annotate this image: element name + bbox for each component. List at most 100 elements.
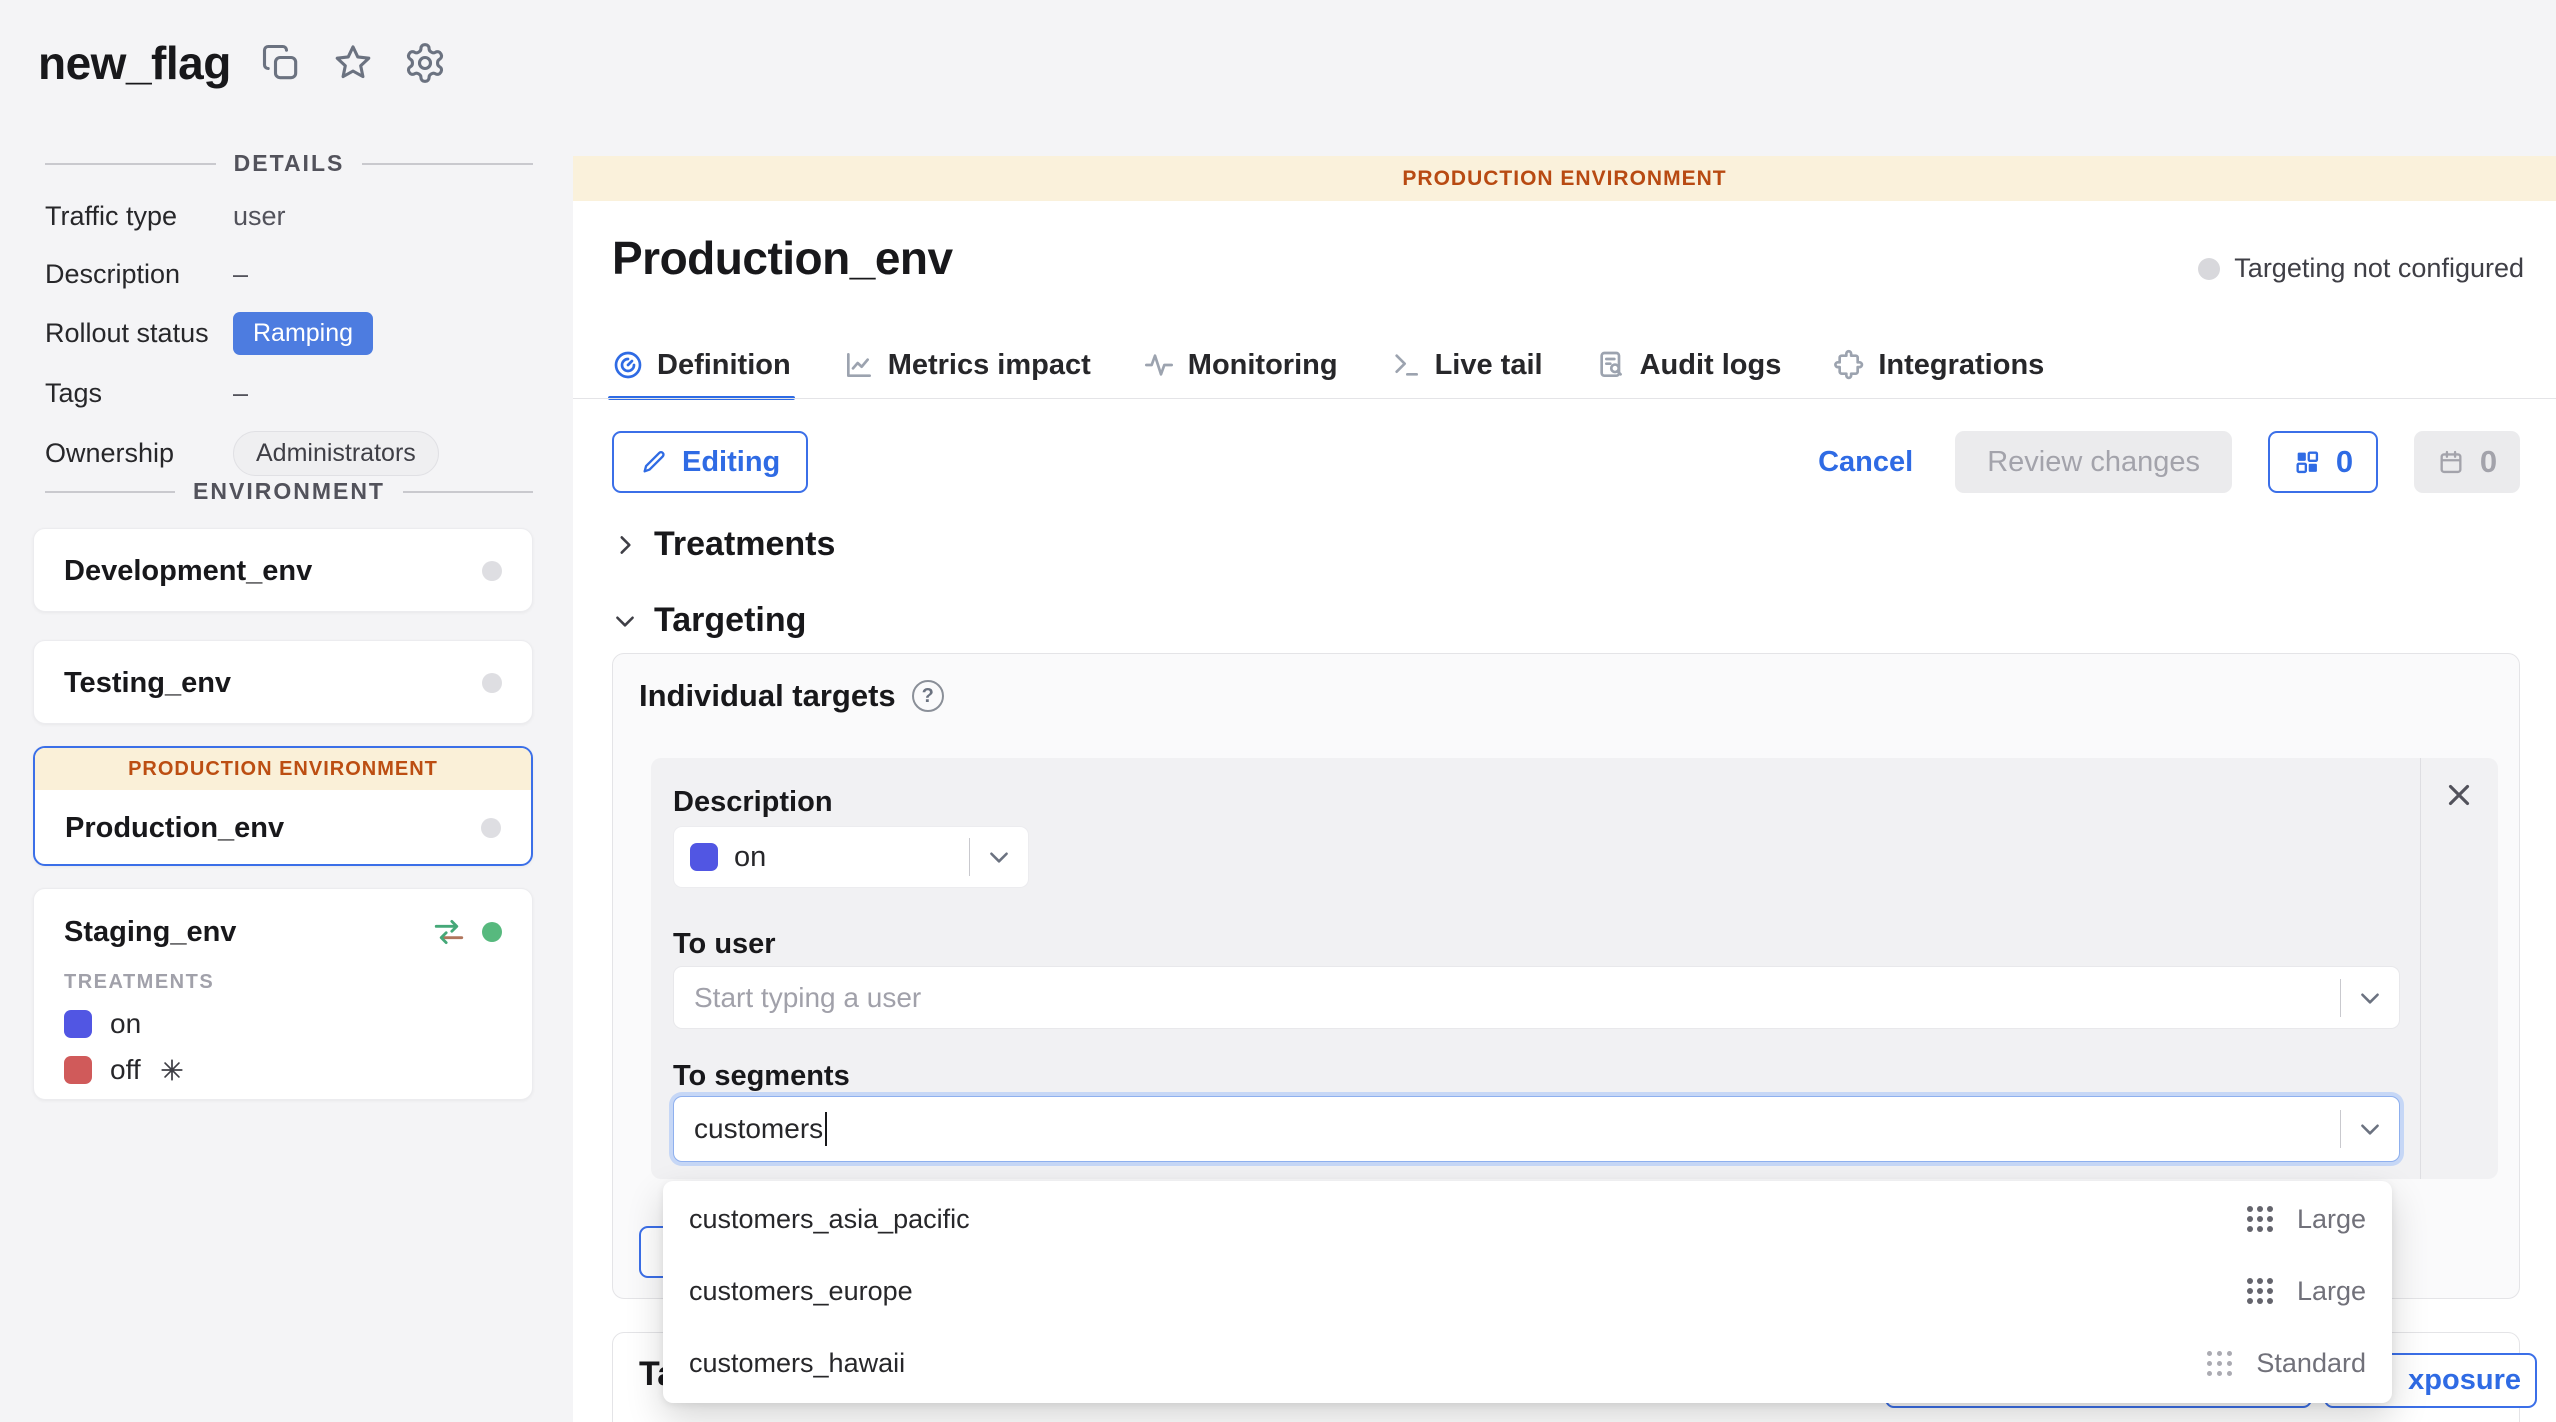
flag-title: new_flag bbox=[38, 36, 231, 90]
description-label: Description bbox=[673, 786, 833, 819]
env-status-dot bbox=[482, 673, 502, 693]
feature-flag-page: new_flag DETAILS Traffic type user Descr… bbox=[0, 0, 2556, 1422]
sync-arrows-icon bbox=[432, 915, 466, 949]
env-card-testing[interactable]: Testing_env bbox=[33, 640, 533, 724]
divider bbox=[45, 491, 175, 493]
production-env-banner: PRODUCTION ENVIRONMENT bbox=[35, 748, 531, 790]
chevron-down-icon bbox=[612, 608, 638, 634]
scheduled-count-button[interactable]: 0 bbox=[2414, 431, 2520, 493]
treatments-heading: Treatments bbox=[654, 525, 835, 564]
segment-size: Large bbox=[2297, 1204, 2366, 1235]
text-caret bbox=[825, 1112, 827, 1146]
tab-label: Monitoring bbox=[1188, 349, 1338, 382]
env-status-dot bbox=[482, 561, 502, 581]
tabs-divider bbox=[573, 398, 2556, 399]
star-icon[interactable] bbox=[331, 41, 375, 85]
detail-row-ownership: Ownership Administrators bbox=[45, 431, 545, 476]
segment-size: Large bbox=[2297, 1276, 2366, 1307]
segment-size: Standard bbox=[2256, 1348, 2366, 1379]
segment-option-europe[interactable]: customers_europe Large bbox=[663, 1255, 2392, 1327]
targeting-section-toggle[interactable]: Targeting bbox=[612, 601, 806, 640]
card-actions-column bbox=[2420, 758, 2498, 1179]
cancel-button[interactable]: Cancel bbox=[1812, 445, 1919, 480]
env-name: Development_env bbox=[64, 555, 312, 588]
tab-definition[interactable]: Definition bbox=[612, 339, 791, 397]
tab-metrics-impact[interactable]: Metrics impact bbox=[843, 339, 1091, 397]
help-icon[interactable]: ? bbox=[912, 680, 944, 712]
detail-label: Description bbox=[45, 259, 233, 290]
segment-name: customers_europe bbox=[689, 1276, 2245, 1307]
editing-label: Editing bbox=[682, 446, 780, 479]
grid-icon bbox=[2293, 448, 2321, 476]
env-active-dot bbox=[482, 922, 502, 942]
segments-dropdown: customers_asia_pacific Large customers_e… bbox=[663, 1181, 2392, 1403]
detail-label: Tags bbox=[45, 378, 233, 409]
tab-bar: Definition Metrics impact Monitoring Liv… bbox=[612, 339, 2044, 397]
individual-targets-title: Individual targets bbox=[639, 678, 896, 714]
chevron-down-icon[interactable] bbox=[2341, 1116, 2399, 1142]
detail-row-traffic-type: Traffic type user bbox=[45, 196, 545, 236]
review-changes-button[interactable]: Review changes bbox=[1955, 431, 2232, 493]
page-title: Production_env bbox=[612, 231, 953, 285]
treatments-section-toggle[interactable]: Treatments bbox=[612, 525, 835, 564]
targeting-heading: Targeting bbox=[654, 601, 806, 640]
chevron-down-icon bbox=[970, 844, 1028, 870]
tab-integrations[interactable]: Integrations bbox=[1833, 339, 2044, 397]
segment-name: customers_asia_pacific bbox=[689, 1204, 2245, 1235]
tab-audit-logs[interactable]: Audit logs bbox=[1595, 339, 1782, 397]
calendar-icon bbox=[2437, 448, 2465, 476]
edit-controls-row: Editing Cancel Review changes 0 0 bbox=[612, 431, 2520, 493]
segment-option-asia-pacific[interactable]: customers_asia_pacific Large bbox=[663, 1183, 2392, 1255]
close-icon[interactable] bbox=[2442, 778, 2476, 812]
editing-button[interactable]: Editing bbox=[612, 431, 808, 493]
treatment-select[interactable]: on bbox=[673, 826, 1029, 888]
divider bbox=[45, 163, 216, 165]
env-card-development[interactable]: Development_env bbox=[33, 528, 533, 612]
env-card-staging[interactable]: Staging_env TREATMENTS on off bbox=[33, 888, 533, 1100]
to-segments-label: To segments bbox=[673, 1060, 850, 1093]
changes-count-button[interactable]: 0 bbox=[2268, 431, 2378, 493]
tab-live-tail[interactable]: Live tail bbox=[1390, 339, 1543, 397]
to-segments-input-value[interactable]: customers bbox=[694, 1113, 823, 1145]
env-card-production[interactable]: PRODUCTION ENVIRONMENT Production_env bbox=[33, 746, 533, 866]
copy-icon[interactable] bbox=[259, 41, 303, 85]
to-user-input[interactable] bbox=[674, 982, 2340, 1014]
production-environment-banner: PRODUCTION ENVIRONMENT bbox=[573, 156, 2556, 201]
to-segments-field[interactable]: customers bbox=[673, 1096, 2400, 1162]
treatment-row-on: on bbox=[64, 1008, 502, 1040]
tab-label: Integrations bbox=[1878, 349, 2044, 382]
tab-monitoring[interactable]: Monitoring bbox=[1143, 339, 1338, 397]
ownership-pill[interactable]: Administrators bbox=[233, 431, 439, 476]
env-name: Production_env bbox=[65, 812, 284, 845]
details-section-header: DETAILS bbox=[45, 150, 533, 177]
large-segment-icon bbox=[2245, 1276, 2275, 1306]
environment-section-header: ENVIRONMENT bbox=[45, 478, 533, 505]
treatment-name: off bbox=[110, 1054, 141, 1086]
details-list: Traffic type user Description – Rollout … bbox=[45, 196, 545, 494]
tab-label: Live tail bbox=[1435, 349, 1543, 382]
env-name: Staging_env bbox=[64, 916, 236, 949]
main-content: Production_env Targeting not configured … bbox=[573, 201, 2556, 1422]
env-name: Testing_env bbox=[64, 667, 231, 700]
detail-value: – bbox=[233, 259, 248, 290]
flag-header: new_flag bbox=[38, 36, 447, 90]
treatment-on-swatch bbox=[690, 843, 718, 871]
rollout-status-badge: Ramping bbox=[233, 312, 373, 355]
env-status-dot bbox=[481, 818, 501, 838]
chevron-down-icon[interactable] bbox=[2341, 985, 2399, 1011]
changes-count: 0 bbox=[2336, 444, 2353, 480]
divider bbox=[403, 491, 533, 493]
detail-label: Ownership bbox=[45, 438, 233, 469]
chevron-right-icon bbox=[612, 532, 638, 558]
treatment-name: on bbox=[110, 1008, 141, 1040]
standard-segment-icon bbox=[2204, 1348, 2234, 1378]
divider bbox=[362, 163, 533, 165]
individual-target-card: Description on To user bbox=[651, 758, 2498, 1179]
detail-label: Rollout status bbox=[45, 318, 233, 349]
treatments-label: TREATMENTS bbox=[64, 971, 502, 994]
large-segment-icon bbox=[2245, 1204, 2275, 1234]
gear-icon[interactable] bbox=[403, 41, 447, 85]
segment-option-hawaii[interactable]: customers_hawaii Standard bbox=[663, 1327, 2392, 1399]
detail-value: – bbox=[233, 378, 248, 409]
to-user-field bbox=[673, 966, 2400, 1029]
